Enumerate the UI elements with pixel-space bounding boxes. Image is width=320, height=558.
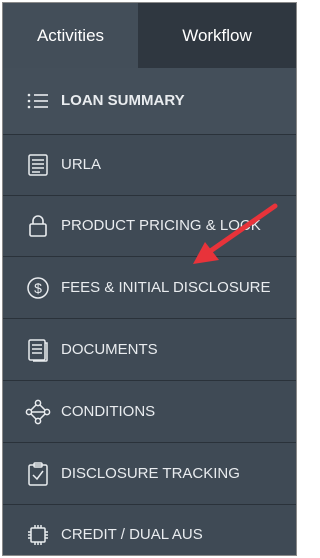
menu-item-label: CREDIT / DUAL AUS	[61, 526, 203, 543]
workflow-menu: LOAN SUMMARY URLA PRODUCT PRICING & LOCK…	[3, 68, 296, 555]
menu-item-label: URLA	[61, 156, 102, 173]
red-arrow-annotation	[193, 203, 278, 264]
conditions-network-icon	[25, 399, 51, 425]
documents-icon	[25, 337, 51, 363]
tab-workflow[interactable]: Workflow	[138, 3, 296, 68]
tab-bar: Activities Workflow	[3, 3, 296, 68]
menu-item-disclosure-tracking[interactable]: DISCLOSURE TRACKING	[3, 442, 296, 504]
menu-item-label: DOCUMENTS	[61, 340, 158, 358]
menu-item-conditions[interactable]: CONDITIONS	[3, 380, 296, 442]
menu-item-label: FEES & INITIAL DISCLOSURE	[61, 278, 271, 296]
menu-item-credit-dual-aus[interactable]: CREDIT / DUAL AUS	[3, 504, 296, 555]
menu-item-label: LOAN SUMMARY	[61, 92, 185, 109]
tab-activities[interactable]: Activities	[3, 3, 138, 68]
menu-item-loan-summary[interactable]: LOAN SUMMARY	[3, 68, 296, 134]
list-icon	[25, 88, 51, 114]
menu-item-documents[interactable]: DOCUMENTS	[3, 318, 296, 380]
menu-item-label: DISCLOSURE TRACKING	[61, 464, 240, 482]
lock-icon	[25, 213, 51, 239]
menu-item-label: CONDITIONS	[61, 402, 156, 420]
workflow-panel: Activities Workflow LOAN SUMMARY URLA PR…	[2, 2, 297, 556]
dollar-circle-icon: $	[25, 275, 51, 301]
clipboard-check-icon	[25, 461, 51, 487]
svg-text:$: $	[34, 280, 42, 296]
form-icon	[25, 152, 51, 178]
menu-item-urla[interactable]: URLA	[3, 134, 296, 195]
chip-icon	[25, 522, 51, 548]
